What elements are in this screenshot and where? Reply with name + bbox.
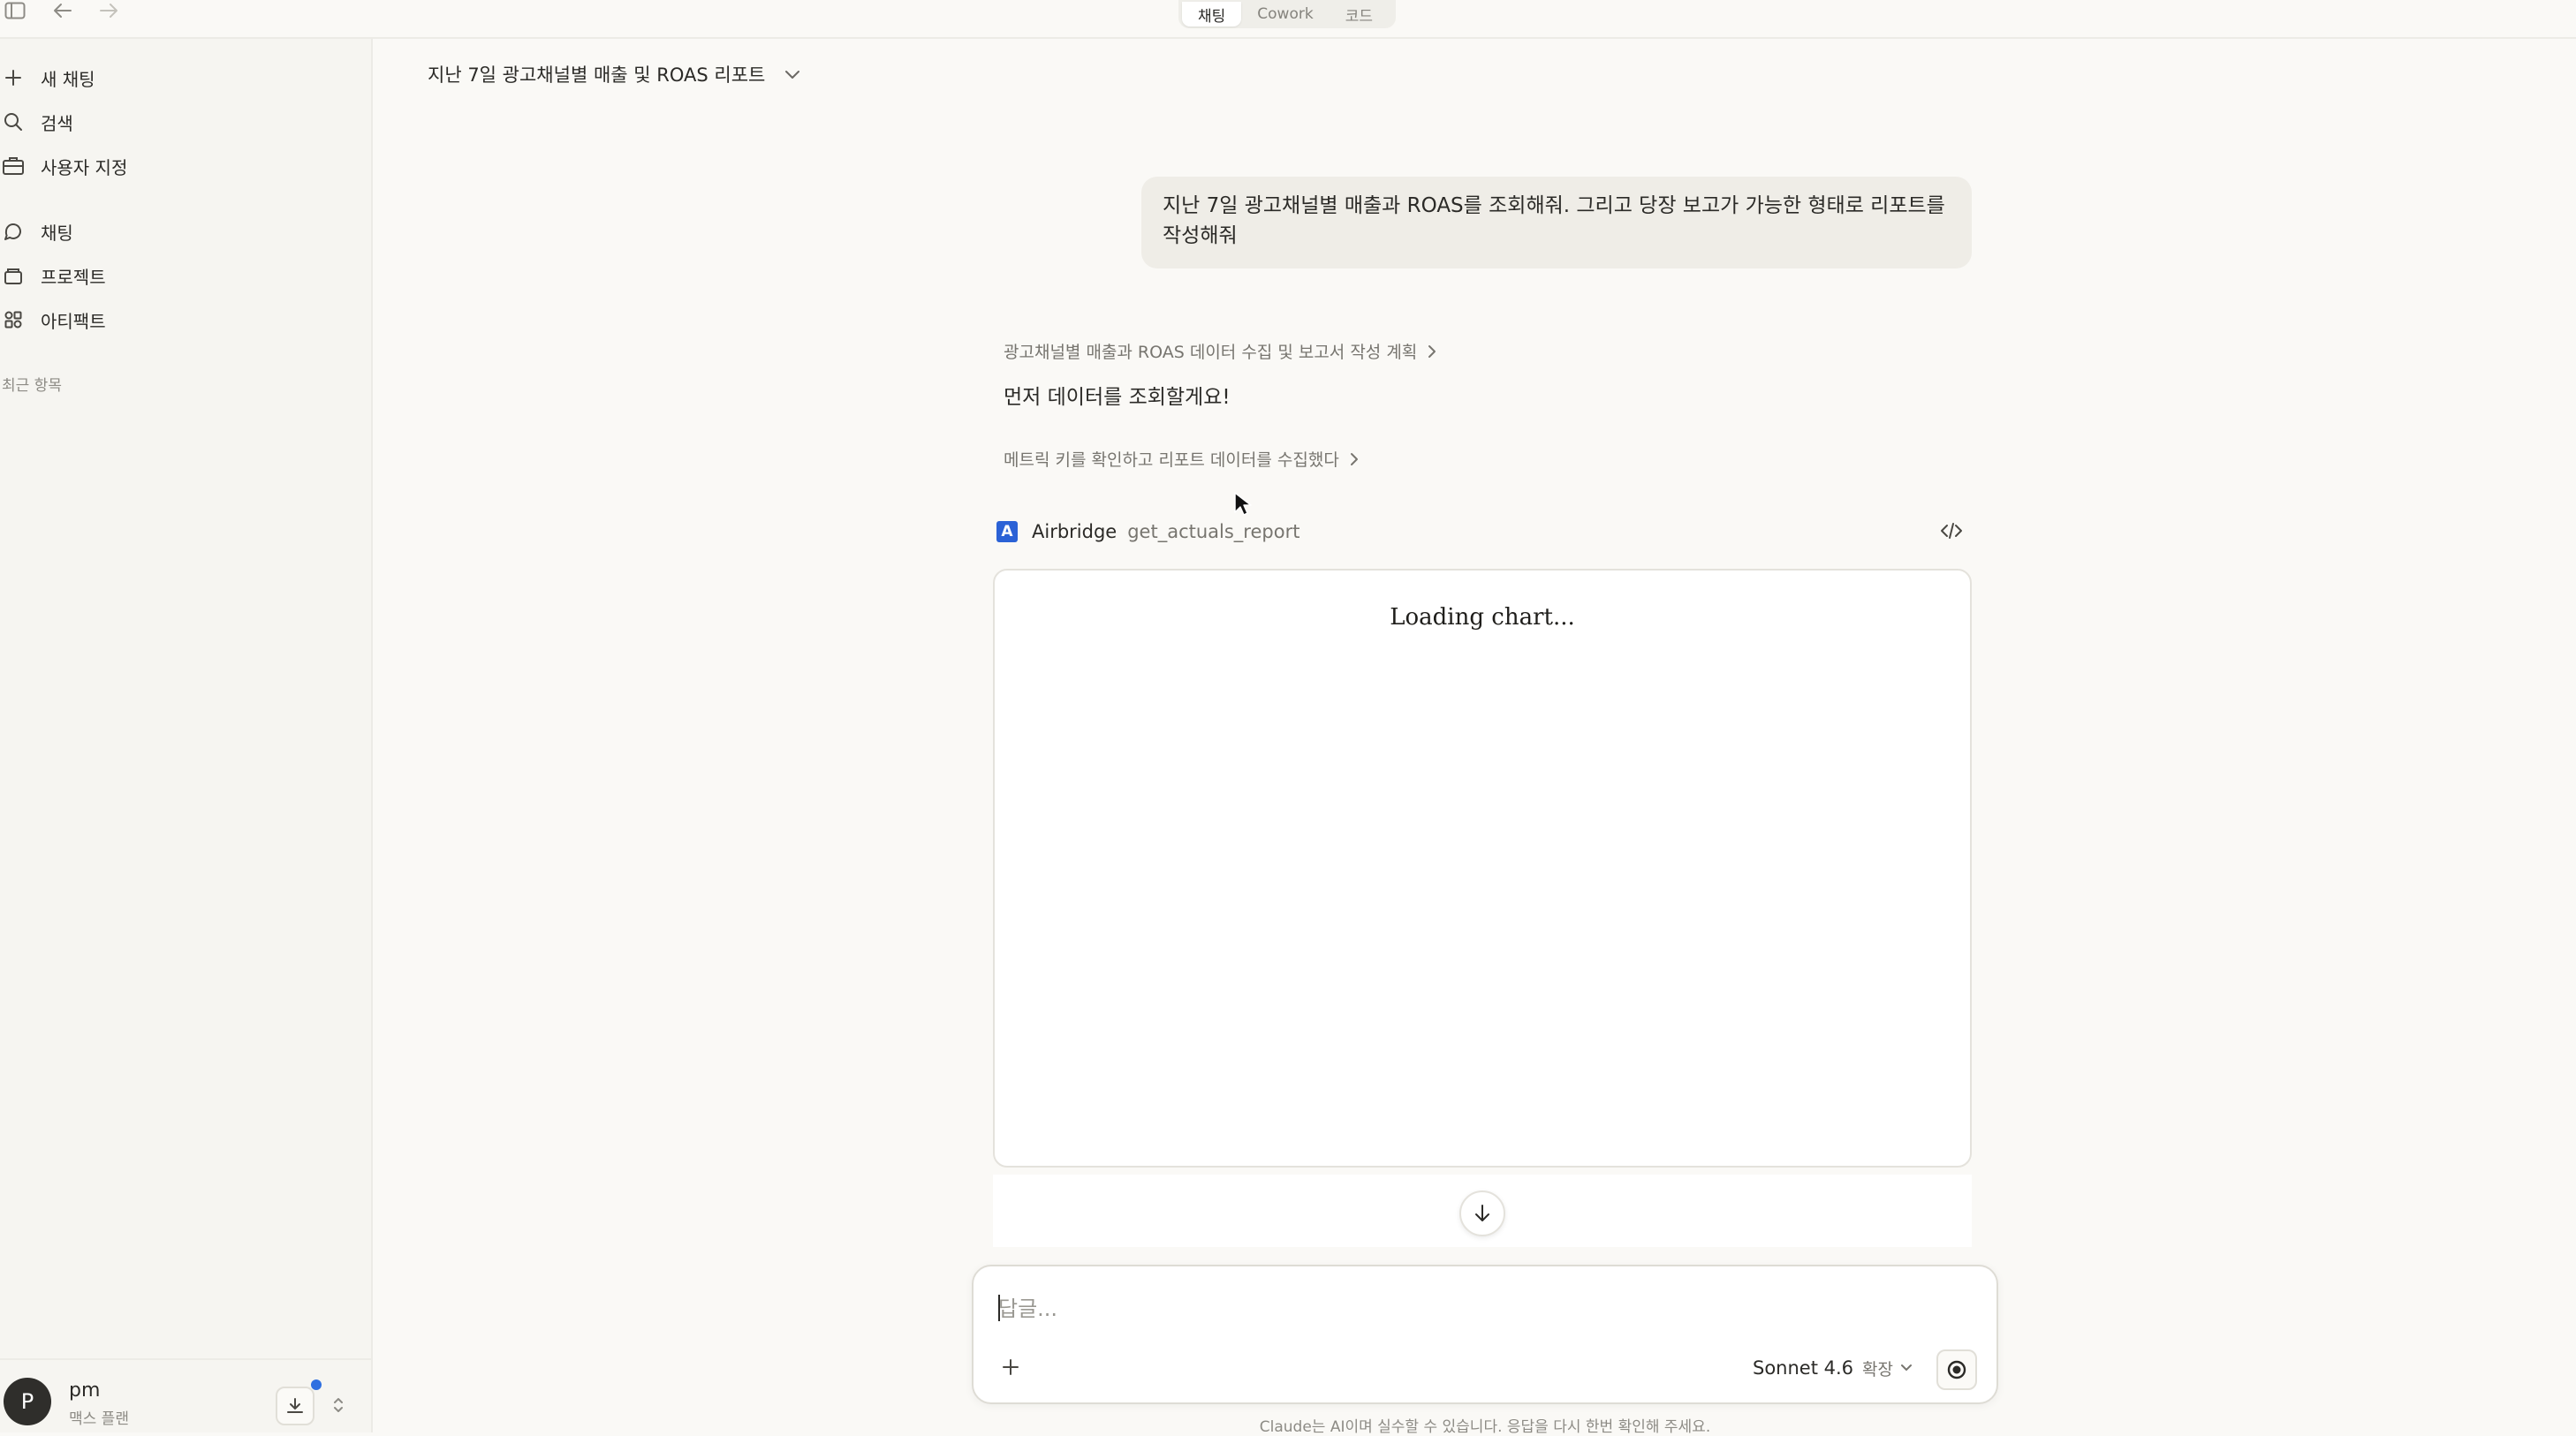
download-icon xyxy=(287,1398,303,1413)
message-composer: Sonnet 4.6 확장 xyxy=(972,1265,1998,1404)
sidebar-item-projects[interactable]: 프로젝트 xyxy=(0,260,353,291)
scroll-to-bottom-button[interactable] xyxy=(1459,1190,1505,1236)
record-icon xyxy=(1947,1360,1966,1379)
sidebar-item-label: 아티팩트 xyxy=(41,310,106,332)
voice-mode-button[interactable] xyxy=(1936,1349,1977,1390)
sidebar-item-customize[interactable]: 사용자 지정 xyxy=(0,150,353,182)
sidebar-item-search[interactable]: 검색 xyxy=(0,106,353,138)
assistant-message: 먼저 데이터를 조회할게요! xyxy=(1004,386,1231,409)
reply-input[interactable] xyxy=(998,1289,1882,1328)
user-name: pm xyxy=(69,1379,101,1402)
airbridge-logo-icon: A xyxy=(996,521,1018,542)
sidebar-item-label: 프로젝트 xyxy=(41,266,106,288)
back-arrow-icon[interactable] xyxy=(49,0,76,21)
recent-section-label: 최근 항목 xyxy=(2,377,62,395)
tool-summary-text: 메트릭 키를 확인하고 리포트 데이터를 수집했다 xyxy=(1004,450,1339,470)
sidebar-item-label: 사용자 지정 xyxy=(41,156,128,178)
text-cursor xyxy=(998,1295,1000,1321)
notification-dot xyxy=(311,1379,322,1390)
briefcase-icon xyxy=(0,153,27,179)
top-bar: 채팅 Cowork 코드 xyxy=(0,0,2576,39)
chevron-down-icon xyxy=(784,69,800,79)
tab-chat[interactable]: 채팅 xyxy=(1182,2,1242,26)
model-mode: 확장 xyxy=(1862,1359,1893,1379)
search-icon xyxy=(0,109,27,135)
mouse-cursor-icon xyxy=(1233,491,1253,518)
user-account-area[interactable]: P pm 맥스 플랜 xyxy=(0,1358,371,1432)
sidebar-toggle-icon[interactable] xyxy=(2,0,28,21)
tab-cowork[interactable]: Cowork xyxy=(1241,2,1329,26)
thinking-summary-text: 광고채널별 매출과 ROAS 데이터 수집 및 보고서 작성 계획 xyxy=(1004,343,1418,362)
code-view-icon[interactable] xyxy=(1940,521,1963,540)
model-selector[interactable]: Sonnet 4.6 확장 xyxy=(1753,1355,1913,1381)
mode-switcher: 채팅 Cowork 코드 xyxy=(1178,0,1396,28)
sidebar: 새 채팅 검색 사용자 지정 채팅 프로젝트 아티팩트 최근 항목 P pm 맥… xyxy=(0,39,373,1432)
arrow-down-icon xyxy=(1475,1205,1489,1221)
chevron-right-icon xyxy=(1428,344,1436,359)
sidebar-item-chats[interactable]: 채팅 xyxy=(0,215,353,247)
conversation-title-text: 지난 7일 광고채널별 매출 및 ROAS 리포트 xyxy=(428,64,766,86)
tool-function-name: get_actuals_report xyxy=(1127,521,1300,542)
sidebar-item-new-chat[interactable]: 새 채팅 xyxy=(0,62,353,94)
plus-icon xyxy=(0,64,27,91)
download-button[interactable] xyxy=(276,1387,314,1425)
artifacts-grid-icon xyxy=(0,306,27,333)
chart-loading-text: Loading chart... xyxy=(1390,604,1575,631)
model-name: Sonnet 4.6 xyxy=(1753,1357,1854,1379)
thinking-summary-link[interactable]: 광고채널별 매출과 ROAS 데이터 수집 및 보고서 작성 계획 xyxy=(1004,339,1436,363)
tool-summary-link[interactable]: 메트릭 키를 확인하고 리포트 데이터를 수집했다 xyxy=(1004,447,1359,471)
disclaimer-text: Claude는 AI이며 실수할 수 있습니다. 응답을 다시 한번 확인해 주… xyxy=(1259,1418,1711,1436)
chat-bubble-icon xyxy=(0,218,27,245)
chart-artifact-card: Loading chart... xyxy=(993,569,1972,1168)
forward-arrow-icon[interactable] xyxy=(95,0,122,21)
sidebar-item-artifacts[interactable]: 아티팩트 xyxy=(0,304,353,336)
add-attachment-button[interactable] xyxy=(993,1349,1028,1385)
avatar[interactable]: P xyxy=(4,1378,51,1425)
tool-name: Airbridge xyxy=(1032,521,1118,542)
sidebar-item-label: 채팅 xyxy=(41,222,73,244)
sidebar-item-label: 검색 xyxy=(41,112,73,134)
user-plan: 맥스 플랜 xyxy=(69,1410,129,1428)
chevron-down-icon xyxy=(1900,1364,1913,1372)
chevron-up-down-icon[interactable] xyxy=(332,1395,345,1415)
folder-stack-icon xyxy=(0,262,27,289)
conversation-title[interactable]: 지난 7일 광고채널별 매출 및 ROAS 리포트 xyxy=(428,60,800,88)
tool-call-header: A Airbridge get_actuals_report xyxy=(996,518,1972,546)
sidebar-item-label: 새 채팅 xyxy=(41,68,95,90)
user-message: 지난 7일 광고채널별 매출과 ROAS를 조회해줘. 그리고 당장 보고가 가… xyxy=(1141,177,1972,268)
chevron-right-icon xyxy=(1350,452,1359,466)
plus-icon xyxy=(1003,1359,1019,1375)
tab-code[interactable]: 코드 xyxy=(1330,2,1389,26)
